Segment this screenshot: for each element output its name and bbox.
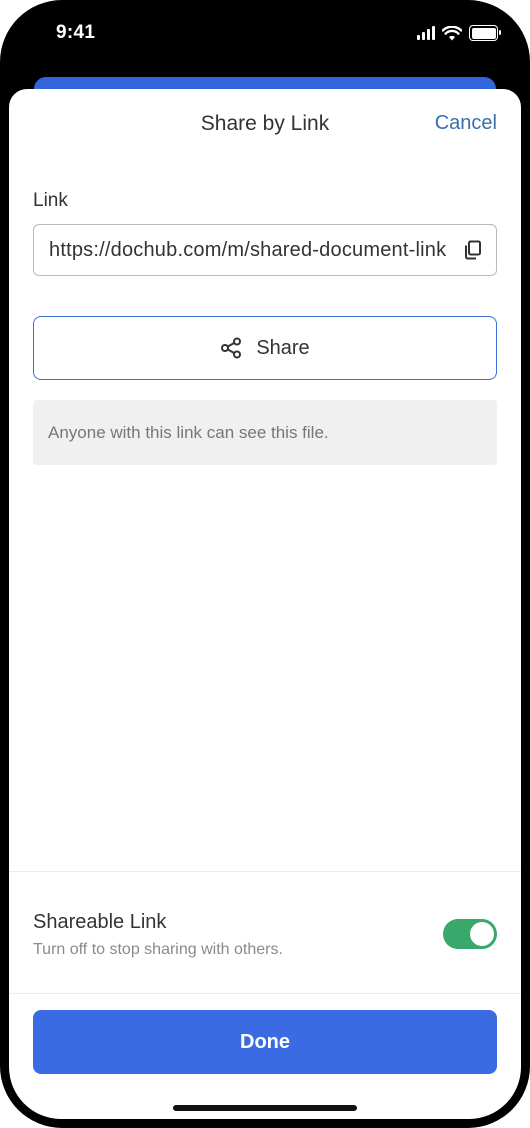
status-bar: 9:41 <box>0 0 530 80</box>
sheet-header: Share by Link Cancel <box>9 89 521 159</box>
link-label: Link <box>33 190 68 211</box>
status-icons <box>417 25 501 41</box>
done-button[interactable]: Done <box>33 1010 497 1074</box>
share-sheet: Share by Link Cancel Link https://dochub… <box>9 89 521 1119</box>
share-label: Share <box>256 336 310 359</box>
battery-icon <box>469 25 501 41</box>
cancel-button[interactable]: Cancel <box>435 112 497 135</box>
divider <box>9 993 521 994</box>
copy-icon[interactable] <box>462 239 484 261</box>
shareable-link-subtitle: Turn off to stop sharing with others. <box>33 941 283 958</box>
home-indicator <box>173 1105 357 1111</box>
link-field[interactable]: https://dochub.com/m/shared-document-lin… <box>33 224 497 276</box>
shareable-link-title: Shareable Link <box>33 911 167 933</box>
shareable-link-toggle[interactable] <box>443 919 497 949</box>
status-time: 9:41 <box>56 22 96 43</box>
wifi-icon <box>442 25 462 40</box>
share-icon <box>221 337 242 359</box>
done-label: Done <box>240 1030 290 1053</box>
info-box: Anyone with this link can see this file. <box>33 400 497 465</box>
shareable-link-row: Shareable Link Turn off to stop sharing … <box>33 909 497 965</box>
toggle-knob <box>470 922 494 946</box>
share-button[interactable]: Share <box>33 316 497 380</box>
link-value[interactable]: https://dochub.com/m/shared-document-lin… <box>49 239 456 262</box>
phone-frame: 9:41 Share by Link Cancel Link https://d… <box>0 0 530 1128</box>
divider <box>9 871 521 872</box>
info-text: Anyone with this link can see this file. <box>48 422 329 442</box>
signal-icon <box>417 26 435 40</box>
